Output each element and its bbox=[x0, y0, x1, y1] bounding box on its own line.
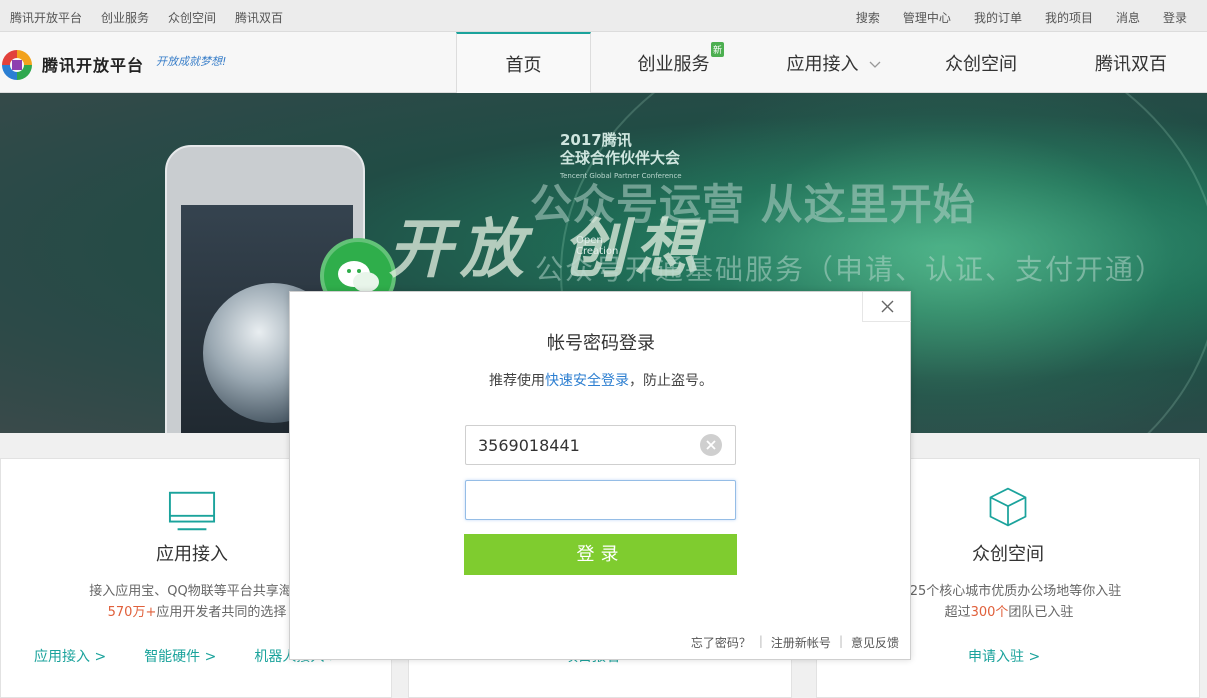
nav-startup-services[interactable]: 创业服务 新 bbox=[591, 32, 756, 93]
card-desc-line1: 超25个核心城市优质办公场地等你入驻 bbox=[896, 584, 1122, 599]
primary-nav: 首页 创业服务 新 应用接入 众创空间 腾讯双百 bbox=[456, 32, 1207, 93]
topbar-messages[interactable]: 消息 bbox=[1116, 9, 1140, 26]
card-desc-highlight: 300个 bbox=[970, 605, 1009, 620]
conf-title-1: 2017腾讯 bbox=[560, 131, 632, 149]
logo-slogan: 开放成就梦想! bbox=[156, 55, 227, 68]
close-button[interactable] bbox=[862, 292, 911, 322]
topbar-orders[interactable]: 我的订单 bbox=[974, 9, 1022, 26]
username-input[interactable] bbox=[465, 425, 736, 465]
site-logo[interactable]: 腾讯开放平台 开放成就梦想! bbox=[0, 42, 240, 82]
conf-title-2: 全球合作伙伴大会 bbox=[560, 149, 681, 167]
new-badge: 新 bbox=[711, 42, 725, 57]
topbar-link-space[interactable]: 众创空间 bbox=[168, 9, 216, 26]
clear-icon bbox=[706, 440, 716, 450]
close-icon bbox=[881, 300, 894, 313]
top-bar-left: 腾讯开放平台 创业服务 众创空间 腾讯双百 bbox=[10, 9, 283, 26]
nav-shuangbai-label: 腾讯双百 bbox=[1095, 53, 1167, 75]
logo-mark-icon bbox=[2, 50, 32, 80]
nav-app-access-label: 应用接入 bbox=[786, 53, 859, 75]
link-apply-entry[interactable]: 申请入驻 > bbox=[968, 646, 1040, 666]
register-link[interactable]: 注册新帐号 bbox=[771, 634, 831, 651]
card-desc-line1: 接入应用宝、QQ物联等平台共享海量 bbox=[89, 584, 305, 599]
quick-login-link[interactable]: 快速安全登录 bbox=[545, 373, 629, 389]
forgot-password-link[interactable]: 忘了密码？ bbox=[691, 634, 751, 651]
card-desc-pre: 超过 bbox=[944, 605, 971, 620]
monitor-icon bbox=[168, 491, 216, 531]
login-tip-post: ，防止盗号。 bbox=[629, 373, 713, 389]
top-bar: 腾讯开放平台 创业服务 众创空间 腾讯双百 搜索 管理中心 我的订单 我的项目 … bbox=[0, 0, 1207, 32]
separator: | bbox=[838, 634, 843, 648]
link-smart-hardware[interactable]: 智能硬件 > bbox=[144, 646, 216, 666]
hero-subline: 公众号开通基础服务（申请、认证、支付开通） bbox=[535, 253, 1166, 286]
login-dialog: 帐号密码登录 推荐使用快速安全登录，防止盗号。 登录 忘了密码？ | 注册新帐号… bbox=[289, 291, 911, 660]
card-title-app-access: 应用接入 bbox=[156, 544, 228, 565]
card-desc-line2: 应用开发者共同的选择 bbox=[156, 605, 287, 620]
nav-home[interactable]: 首页 bbox=[456, 32, 591, 93]
clear-input-button[interactable] bbox=[700, 434, 722, 456]
main-nav-bar: 腾讯开放平台 开放成就梦想! 首页 创业服务 新 应用接入 众创空间 腾讯双百 bbox=[0, 32, 1207, 93]
topbar-login[interactable]: 登录 bbox=[1163, 9, 1187, 26]
topbar-link-startup[interactable]: 创业服务 bbox=[101, 9, 149, 26]
topbar-admin[interactable]: 管理中心 bbox=[903, 9, 951, 26]
link-app-access[interactable]: 应用接入 > bbox=[34, 646, 106, 666]
nav-shuangbai[interactable]: 腾讯双百 bbox=[1051, 32, 1207, 93]
top-bar-right: 搜索 管理中心 我的订单 我的项目 消息 登录 bbox=[856, 9, 1187, 26]
feedback-link[interactable]: 意见反馈 bbox=[851, 634, 899, 651]
card-desc-highlight: 570万+ bbox=[107, 605, 157, 620]
separator: | bbox=[758, 634, 763, 648]
login-button[interactable]: 登录 bbox=[464, 534, 737, 575]
topbar-search[interactable]: 搜索 bbox=[856, 9, 880, 26]
login-footer-links: 忘了密码？ | 注册新帐号 | 意见反馈 bbox=[691, 634, 899, 651]
logo-name: 腾讯开放平台 bbox=[42, 56, 145, 75]
topbar-link-shuangbai[interactable]: 腾讯双百 bbox=[235, 9, 283, 26]
nav-startup-label: 创业服务 bbox=[637, 53, 710, 75]
topbar-projects[interactable]: 我的项目 bbox=[1045, 9, 1093, 26]
chevron-down-icon bbox=[869, 61, 880, 68]
nav-app-access[interactable]: 应用接入 bbox=[756, 32, 911, 93]
oc-open: Open bbox=[576, 235, 603, 246]
login-tip-pre: 推荐使用 bbox=[489, 373, 545, 389]
nav-maker-label: 众创空间 bbox=[945, 53, 1017, 75]
nav-home-label: 首页 bbox=[505, 54, 542, 76]
login-tip: 推荐使用快速安全登录，防止盗号。 bbox=[290, 370, 912, 390]
login-title: 帐号密码登录 bbox=[547, 333, 655, 354]
card-title-maker-space: 众创空间 bbox=[972, 544, 1044, 565]
topbar-link-platform[interactable]: 腾讯开放平台 bbox=[10, 9, 82, 26]
password-input[interactable] bbox=[465, 480, 736, 520]
cube-icon bbox=[989, 487, 1027, 527]
card-desc-line2: 团队已入驻 bbox=[1008, 605, 1074, 620]
card-links-maker-space: 申请入驻 > bbox=[968, 646, 1040, 666]
nav-maker-space[interactable]: 众创空间 bbox=[911, 32, 1051, 93]
